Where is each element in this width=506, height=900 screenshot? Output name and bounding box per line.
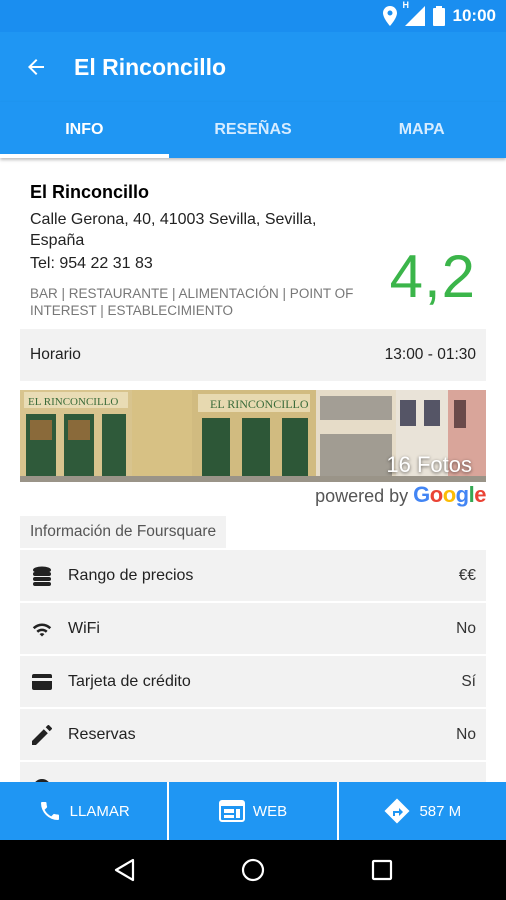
arrow-back-icon (28, 59, 44, 75)
nav-recents-button[interactable] (357, 845, 407, 895)
back-button[interactable] (18, 49, 54, 85)
distance-label: 587 M (419, 802, 462, 820)
hours-row[interactable]: Horario 13:00 - 01:30 (20, 329, 486, 381)
list-item-value: No (456, 725, 476, 743)
tab-mapa[interactable]: MAPA (337, 102, 506, 158)
bottom-action-bar: LLAMAR WEB 587 M (0, 782, 506, 840)
circle-home-icon (241, 858, 265, 882)
call-button[interactable]: LLAMAR (0, 782, 170, 840)
web-icon (218, 800, 245, 822)
list-item-label: WiFi (68, 619, 100, 637)
list-item-value: Sí (461, 672, 476, 690)
list-item-credit-card[interactable]: Tarjeta de crédito Sí (20, 656, 486, 707)
wifi-icon (30, 617, 54, 641)
place-header: El Rinconcillo Calle Gerona, 40, 41003 S… (0, 158, 506, 328)
page-title: El Rinconcillo (74, 53, 227, 80)
signal-icon: H (403, 0, 425, 26)
tab-info[interactable]: INFO (0, 102, 169, 158)
hours-value: 13:00 - 01:30 (384, 346, 476, 363)
pencil-icon (30, 723, 54, 747)
place-name: El Rinconcillo (30, 182, 150, 202)
nav-home-button[interactable] (228, 845, 278, 895)
web-button[interactable]: WEB (169, 782, 339, 840)
system-nav-bar (0, 840, 506, 900)
directions-button[interactable]: 587 M (339, 782, 506, 840)
tab-bar: INFO RESEÑAS MAPA (0, 102, 506, 158)
powered-by-google: powered by Google (315, 482, 486, 508)
google-logo: Google (413, 482, 486, 507)
call-label: LLAMAR (69, 802, 130, 820)
network-type-label: H (402, 0, 410, 10)
svg-text:EL RINCONCILLO: EL RINCONCILLO (210, 397, 309, 411)
list-item-reservations[interactable]: Reservas No (20, 709, 486, 760)
foursquare-header: Información de Foursquare (20, 516, 227, 548)
status-bar: H 10:00 (0, 0, 506, 32)
photo-count: 16 Fotos (386, 452, 472, 477)
list-item-price-range[interactable]: Rango de precios €€ (20, 550, 486, 601)
coins-icon (30, 564, 54, 588)
tab-resenas[interactable]: RESEÑAS (169, 102, 338, 158)
svg-text:EL RINCONCILLO: EL RINCONCILLO (28, 396, 118, 408)
web-label: WEB (252, 802, 288, 820)
hours-label: Horario (30, 346, 81, 363)
square-recents-icon (371, 859, 392, 881)
photo-strip[interactable]: EL RINCONCILLO EL RINCONCILLO 16 Fotos (20, 390, 486, 482)
place-address: Calle Gerona, 40, 41003 Sevilla, Sevilla… (30, 211, 317, 249)
list-item-partial[interactable] (20, 762, 486, 782)
list-item-label: Reservas (68, 725, 136, 743)
list-item-label: Tarjeta de crédito (68, 672, 191, 690)
list-item-wifi[interactable]: WiFi No (20, 603, 486, 654)
directions-icon (383, 797, 411, 825)
rating-value: 4,2 (389, 243, 476, 310)
credit-card-icon (30, 670, 54, 694)
powered-by-text: powered by (315, 486, 409, 506)
battery-icon (432, 6, 445, 26)
nav-back-button[interactable] (99, 845, 149, 895)
phone-icon (38, 799, 62, 823)
status-time: 10:00 (452, 6, 496, 25)
app-bar: El Rinconcillo (0, 32, 506, 102)
list-item-label: Rango de precios (68, 566, 194, 584)
list-item-value: €€ (458, 566, 476, 584)
location-icon (382, 6, 397, 26)
foursquare-list: Rango de precios €€ WiFi No Tarjeta de c… (20, 550, 486, 782)
place-categories: BAR | RESTAURANTE | ALIMENTACIÓN | POINT… (30, 286, 354, 318)
triangle-back-icon (115, 858, 135, 882)
info-content[interactable]: El Rinconcillo Calle Gerona, 40, 41003 S… (0, 158, 506, 782)
list-item-value: No (456, 619, 476, 637)
